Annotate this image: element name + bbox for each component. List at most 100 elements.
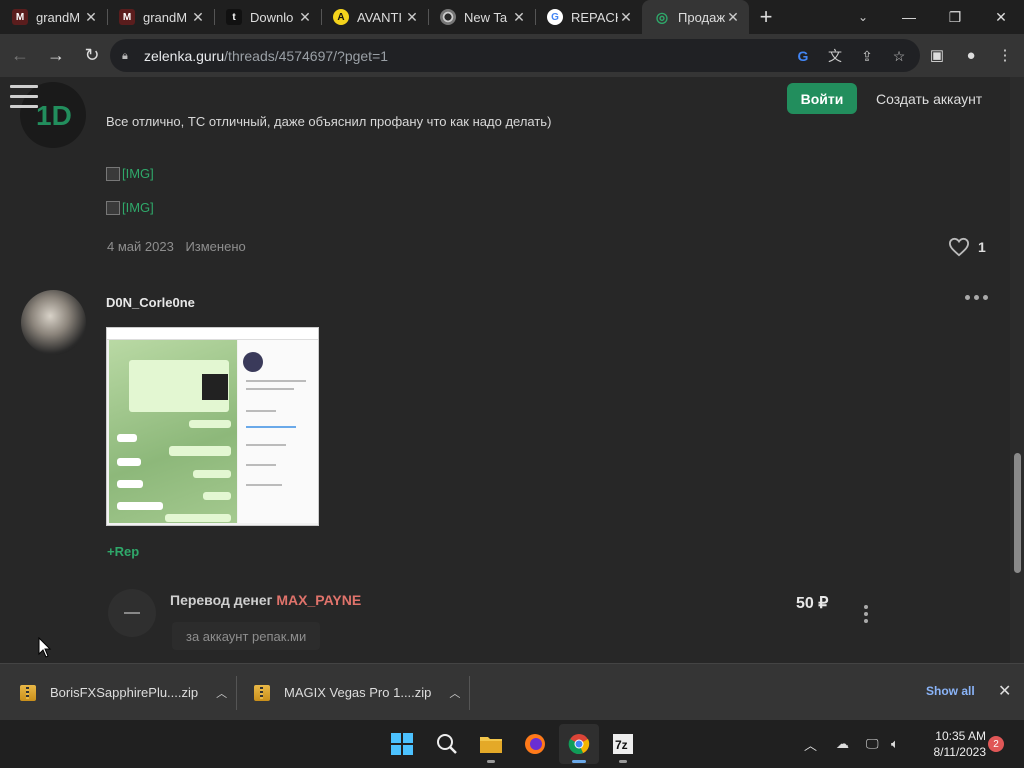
- window-close-icon[interactable]: ✕: [978, 0, 1024, 34]
- rep-link[interactable]: +Rep: [107, 544, 139, 559]
- close-downloads-icon[interactable]: ✕: [998, 681, 1011, 701]
- tab-1[interactable]: M grandM ✕: [0, 0, 107, 34]
- new-tab-button[interactable]: +: [749, 0, 783, 34]
- tab-7[interactable]: ◎ Продаж ✕: [642, 0, 749, 34]
- transfer-user[interactable]: MAX_PAYNE: [276, 592, 361, 608]
- google-icon: G: [547, 9, 563, 25]
- system-clock[interactable]: 10:35 AM 8/11/2023: [920, 728, 987, 760]
- chrome-icon: [440, 9, 456, 25]
- download-filename: BorisFXSapphirePlu....zip: [50, 685, 199, 700]
- hamburger-menu-icon[interactable]: [10, 85, 38, 109]
- chrome-taskbar-button[interactable]: [559, 724, 599, 764]
- avatar[interactable]: [21, 290, 86, 355]
- show-all-downloads-button[interactable]: Show all: [926, 684, 975, 698]
- close-icon[interactable]: ✕: [725, 9, 741, 26]
- screenshot-chat: [109, 340, 237, 523]
- download-filename: MAGIX Vegas Pro 1....zip: [284, 685, 432, 700]
- onedrive-icon[interactable]: ☁: [836, 720, 849, 768]
- network-icon[interactable]: 🖵︎: [866, 720, 879, 768]
- image-link[interactable]: [IMG]: [106, 200, 154, 215]
- post-edited[interactable]: Изменено: [185, 239, 245, 254]
- close-icon[interactable]: ✕: [404, 9, 420, 26]
- profile-icon[interactable]: ●: [956, 40, 986, 70]
- more-options-icon[interactable]: [965, 295, 988, 300]
- post-meta: 4 май 2023 Изменено: [107, 239, 246, 254]
- 7zip-button[interactable]: 7z: [603, 724, 643, 764]
- chrome-menu-icon[interactable]: ⋮: [990, 40, 1020, 70]
- start-button[interactable]: [382, 724, 422, 764]
- image-link[interactable]: [IMG]: [106, 166, 154, 181]
- 7zip-icon: 7z: [613, 734, 633, 754]
- volume-icon[interactable]: 🔈︎: [891, 720, 899, 768]
- mia-icon: M: [119, 9, 135, 25]
- login-button[interactable]: Войти: [787, 83, 857, 114]
- attached-screenshot[interactable]: [106, 327, 319, 526]
- close-icon[interactable]: ✕: [618, 9, 634, 26]
- tray-overflow-icon[interactable]: ︿: [804, 720, 817, 768]
- minus-icon: [108, 589, 156, 637]
- tab-2[interactable]: M grandM ✕: [107, 0, 214, 34]
- back-icon[interactable]: ←: [4, 40, 36, 72]
- broken-image-icon: [106, 166, 120, 181]
- lolz-icon: ◎: [655, 8, 669, 25]
- search-button[interactable]: [427, 724, 467, 764]
- post-date[interactable]: 4 май 2023: [107, 239, 174, 254]
- tab-6[interactable]: G REPACK ✕: [535, 0, 642, 34]
- tab-search-icon[interactable]: ⌄: [850, 0, 876, 34]
- scrollbar-thumb[interactable]: [1014, 453, 1021, 573]
- lock-icon[interactable]: 🔒︎: [122, 50, 134, 62]
- tab-title: grandM: [36, 9, 81, 25]
- reload-icon[interactable]: ↻: [76, 40, 108, 72]
- translate-icon[interactable]: 文: [824, 45, 846, 67]
- firefox-button[interactable]: [515, 724, 555, 764]
- close-icon[interactable]: ✕: [83, 9, 99, 26]
- download-item[interactable]: MAGIX Vegas Pro 1....zip ︿: [254, 664, 460, 721]
- page-scrollbar[interactable]: [1010, 77, 1024, 663]
- window-controls: — ❐ ✕: [886, 0, 1024, 34]
- file-explorer-button[interactable]: [471, 724, 511, 764]
- close-icon[interactable]: ✕: [511, 9, 527, 26]
- chrome-icon: [568, 734, 590, 754]
- tab-5[interactable]: New Ta ✕: [428, 0, 535, 34]
- clock-time: 10:35 AM: [935, 729, 986, 743]
- image-alt-text: [IMG]: [122, 166, 154, 181]
- close-icon[interactable]: ✕: [297, 9, 313, 26]
- register-link[interactable]: Создать аккаунт: [876, 91, 982, 107]
- restore-icon[interactable]: ❐: [932, 0, 978, 34]
- windows-logo-icon: [391, 733, 413, 755]
- post-author[interactable]: D0N_Corle0ne: [106, 295, 195, 310]
- tab-title: Продаж: [678, 9, 725, 25]
- broken-image-icon: [106, 200, 120, 215]
- tab-title: REPACK: [571, 9, 618, 25]
- screenshot-avatar: [243, 352, 263, 372]
- chevron-up-icon[interactable]: ︿: [216, 685, 227, 701]
- windows-taskbar: 7z ︿ ☁ 🖵︎ 🔈︎ 10:35 AM 8/11/2023: [0, 720, 1024, 768]
- notification-badge[interactable]: 2: [988, 736, 1004, 752]
- t-icon: t: [226, 9, 242, 25]
- like-count: 1: [978, 239, 986, 255]
- transfer-menu-icon[interactable]: [864, 605, 868, 623]
- close-icon[interactable]: ✕: [190, 9, 206, 26]
- transfer-title: Перевод денег MAX_PAYNE: [170, 592, 362, 608]
- side-panel-icon[interactable]: ▣: [922, 40, 952, 70]
- tab-title: Downlo: [250, 9, 294, 25]
- transfer-amount: 50 ₽: [796, 595, 829, 612]
- browser-toolbar: ← → ↻ 🔒︎ zelenka.guru/threads/4574697/?p…: [0, 34, 1024, 77]
- download-item[interactable]: BorisFXSapphirePlu....zip ︿: [20, 664, 227, 721]
- minimize-icon[interactable]: —: [886, 0, 932, 34]
- mia-icon: M: [12, 9, 28, 25]
- google-lens-icon[interactable]: G: [792, 45, 814, 67]
- firefox-icon: [525, 734, 545, 754]
- tab-4[interactable]: A AVANTI ✕: [321, 0, 428, 34]
- bookmark-star-icon[interactable]: ☆: [888, 45, 910, 67]
- chevron-up-icon[interactable]: ︿: [449, 685, 460, 701]
- screenshot-header: [107, 328, 318, 340]
- folder-icon: [480, 737, 502, 753]
- forward-icon[interactable]: →: [40, 40, 72, 72]
- post-message: Все отлично, ТС отличный, даже объяснил …: [106, 114, 552, 129]
- share-icon[interactable]: ⇪: [856, 45, 878, 67]
- tab-3[interactable]: t Downlo ✕: [214, 0, 321, 34]
- search-icon: [437, 734, 457, 754]
- like-button[interactable]: 1: [948, 237, 986, 257]
- address-bar[interactable]: 🔒︎ zelenka.guru/threads/4574697/?pget=1 …: [110, 39, 920, 72]
